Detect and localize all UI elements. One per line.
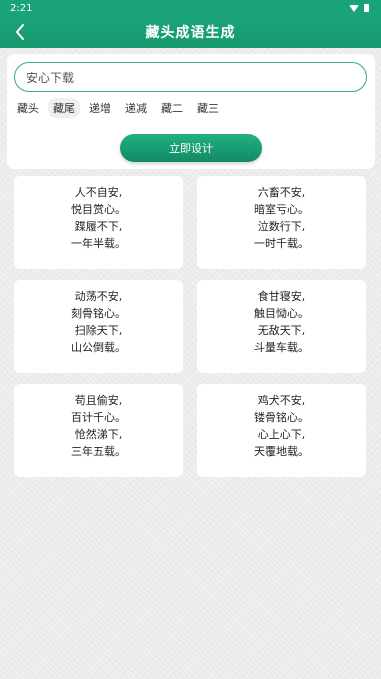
- result-line: 无敌天下,: [257, 324, 306, 337]
- status-icons: [349, 4, 369, 12]
- result-card[interactable]: 鸡犬不安, 镂骨铭心。心上心下, 天覆地载。: [197, 384, 366, 477]
- wifi-icon: [349, 4, 359, 12]
- result-line: 镂骨铭心。: [254, 411, 309, 424]
- status-time: 2:21: [10, 2, 33, 14]
- result-line: 一时千载。: [254, 237, 309, 250]
- result-card[interactable]: 六畜不安, 暗室亏心。泣数行下, 一时千载。: [197, 176, 366, 269]
- app-header: 藏头成语生成: [0, 16, 381, 48]
- result-line: 一年半载。: [71, 237, 126, 250]
- result-line: 心上心下,: [257, 428, 306, 441]
- result-line: 悦目赏心。: [71, 203, 126, 216]
- result-line: 触目恸心。: [254, 307, 309, 320]
- mode-tab[interactable]: 藏头: [12, 98, 44, 118]
- mode-tab[interactable]: 藏二: [156, 98, 188, 118]
- result-line: 怆然涕下,: [74, 428, 123, 441]
- result-line: 六畜不安,: [257, 186, 306, 199]
- mode-tab[interactable]: 藏三: [192, 98, 224, 118]
- result-line: 鸡犬不安,: [257, 394, 306, 407]
- result-card[interactable]: 人不自安, 悦目赏心。蹀履不下, 一年半载。: [14, 176, 183, 269]
- status-bar: 2:21: [0, 0, 381, 16]
- result-line: 泣数行下,: [257, 220, 306, 233]
- result-line: 暗室亏心。: [254, 203, 309, 216]
- result-line: 扫除天下,: [74, 324, 123, 337]
- design-button[interactable]: 立即设计: [120, 134, 262, 162]
- result-line: 蹀履不下,: [74, 220, 123, 233]
- result-card[interactable]: 动荡不安, 刻骨铭心。扫除天下, 山公倒载。: [14, 280, 183, 373]
- mode-tabs: 藏头 藏尾 递增 递减 藏二 藏三: [12, 98, 224, 118]
- result-line: 百计千心。: [71, 411, 126, 424]
- result-line: 刻骨铭心。: [71, 307, 126, 320]
- result-line: 天覆地载。: [254, 445, 309, 458]
- result-line: 苟且偷安,: [74, 394, 123, 407]
- result-line: 人不自安,: [74, 186, 123, 199]
- result-card[interactable]: 食甘寝安, 触目恸心。无敌天下, 斗量车载。: [197, 280, 366, 373]
- result-line: 动荡不安,: [74, 290, 123, 303]
- mode-tab[interactable]: 递增: [84, 98, 116, 118]
- result-card[interactable]: 苟且偷安, 百计千心。怆然涕下, 三年五载。: [14, 384, 183, 477]
- result-line: 三年五载。: [71, 445, 126, 458]
- mode-tab[interactable]: 递减: [120, 98, 152, 118]
- result-line: 斗量车载。: [254, 341, 309, 354]
- results-grid: 人不自安, 悦目赏心。蹀履不下, 一年半载。 六畜不安, 暗室亏心。泣数行下, 一时千载。…: [14, 176, 368, 477]
- keyword-input-box[interactable]: [14, 62, 367, 92]
- battery-icon: [364, 4, 369, 12]
- input-panel: 藏头藏尾递增递减藏二藏三 立即设计: [7, 54, 375, 169]
- result-line: 山公倒载。: [71, 341, 126, 354]
- keyword-input[interactable]: [26, 70, 355, 84]
- page-title: 藏头成语生成: [145, 25, 236, 41]
- back-arrow-icon[interactable]: [10, 22, 30, 42]
- mode-tab[interactable]: 藏尾: [48, 98, 80, 118]
- result-line: 食甘寝安,: [257, 290, 306, 303]
